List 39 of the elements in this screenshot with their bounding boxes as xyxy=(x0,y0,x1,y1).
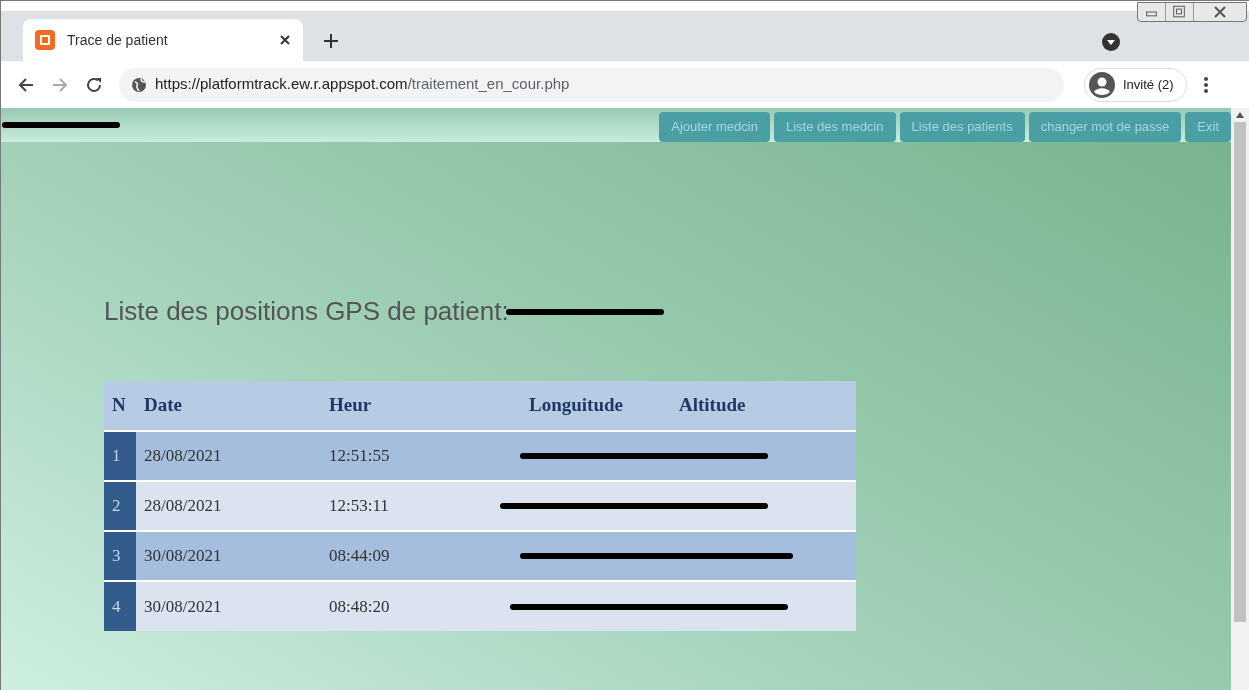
reload-icon[interactable] xyxy=(85,75,103,94)
row-number: 2 xyxy=(104,481,136,531)
close-icon[interactable] xyxy=(279,34,291,46)
nav-button[interactable]: Liste des medcin xyxy=(773,112,896,142)
address-bar[interactable]: https://platformtrack.ew.r.appspot.com/traitement_en_cour.php xyxy=(119,67,1064,102)
nav-button[interactable]: Liste des patients xyxy=(899,112,1025,142)
table-cell: 28/08/2021 xyxy=(136,431,321,481)
table-cell: 08:48:20 xyxy=(321,581,521,631)
table-cell: 12:51:55 xyxy=(321,431,521,481)
nav-button[interactable]: changer mot de passe xyxy=(1028,112,1182,142)
column-header: Heur xyxy=(321,381,521,431)
row-number: 3 xyxy=(104,531,136,581)
tab-search-icon[interactable] xyxy=(1102,33,1120,51)
new-tab-icon[interactable] xyxy=(323,33,339,49)
column-header: Longuitude xyxy=(521,381,671,431)
row-number: 4 xyxy=(104,581,136,631)
url-text: https://platformtrack.ew.r.appspot.com/traitement_en_cour.php xyxy=(155,74,570,95)
app-icon xyxy=(35,30,55,50)
column-header: N xyxy=(104,381,136,431)
nav-button[interactable]: Exit xyxy=(1185,112,1231,142)
table-cell: 12:53:11 xyxy=(321,481,521,531)
tab-title: Trace de patient xyxy=(67,31,169,50)
table-cell: 28/08/2021 xyxy=(136,481,321,531)
globe-icon xyxy=(131,76,147,93)
column-header: Date xyxy=(136,381,321,431)
menu-icon[interactable] xyxy=(1202,75,1209,94)
browser-tab[interactable]: Trace de patient xyxy=(23,19,303,61)
column-header: Altitude xyxy=(671,381,856,431)
scrollbar-thumb[interactable] xyxy=(1234,122,1246,622)
person-icon xyxy=(1089,71,1115,98)
row-number: 1 xyxy=(104,431,136,481)
profile-button[interactable]: Invité (2) xyxy=(1084,67,1187,102)
nav-button[interactable]: Ajouter medcin xyxy=(659,112,770,142)
table-cell: 30/08/2021 xyxy=(136,581,321,631)
back-arrow-icon[interactable] xyxy=(17,75,35,94)
page-heading: Liste des positions GPS de patient: xyxy=(104,295,509,328)
table-cell: 30/08/2021 xyxy=(136,531,321,581)
table-cell: 08:44:09 xyxy=(321,531,521,581)
scroll-up-arrow-icon[interactable] xyxy=(1236,112,1244,118)
